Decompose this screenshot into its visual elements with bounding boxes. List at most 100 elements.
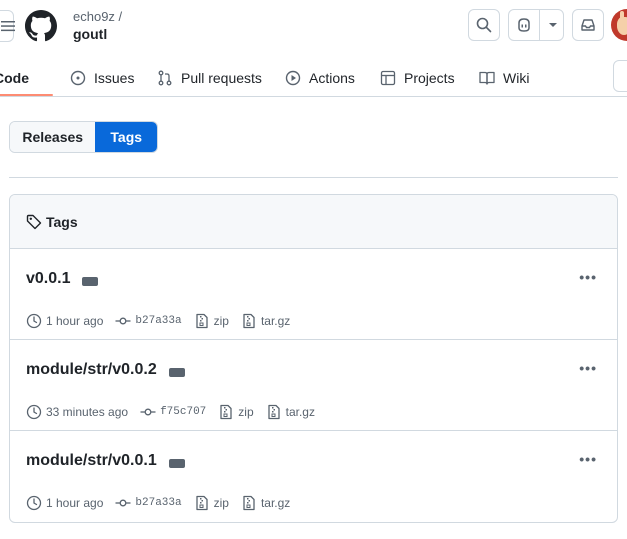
- tab-issues[interactable]: Issues: [70, 63, 134, 93]
- tag-time: 33 minutes ago: [26, 404, 128, 420]
- tab-pull-requests-label: Pull requests: [181, 70, 262, 86]
- tag-time-text[interactable]: 1 hour ago: [46, 496, 103, 510]
- file-zip-icon: [243, 313, 255, 329]
- menu-button[interactable]: [0, 10, 15, 42]
- tab-projects[interactable]: Projects: [380, 63, 455, 93]
- tab-pull-requests[interactable]: Pull requests: [157, 63, 262, 93]
- tag-time: 1 hour ago: [26, 495, 103, 511]
- tab-code-label: Code: [0, 70, 29, 86]
- repo-header: echo9z / goutl: [0, 0, 627, 54]
- tag-actions-kebab-icon[interactable]: •••: [579, 269, 597, 285]
- tag-commit: b27a33a: [115, 495, 182, 511]
- zip-download[interactable]: zip: [194, 313, 229, 329]
- zip-label: zip: [238, 405, 254, 419]
- tag-meta: 1 hour ago b27a33a zip tar.gz: [26, 495, 302, 511]
- search-icon: [476, 17, 492, 33]
- clock-icon: [26, 495, 42, 511]
- tag-meta: 33 minutes ago f75c707 zip tar.gz: [26, 404, 327, 420]
- file-zip-icon: [243, 495, 255, 511]
- active-tab-indicator: [0, 94, 53, 96]
- ellipsis-expander-icon[interactable]: [168, 454, 185, 468]
- zip-label: zip: [213, 496, 229, 510]
- copilot-button[interactable]: [508, 9, 564, 41]
- table-icon: [380, 70, 396, 86]
- commit-icon: [115, 317, 131, 325]
- play-icon: [285, 70, 301, 86]
- file-zip-icon: [195, 313, 208, 329]
- commit-sha-link[interactable]: f75c707: [160, 406, 206, 418]
- pull-request-icon: [158, 70, 172, 86]
- issue-icon: [70, 70, 86, 86]
- hamburger-icon: [1, 21, 15, 32]
- tags-box: Tags v0.0.1 ••• 1 hour ago: [9, 194, 618, 523]
- user-avatar[interactable]: [611, 9, 627, 41]
- tab-issues-label: Issues: [94, 70, 135, 86]
- tag-name-link[interactable]: module/str/v0.0.1: [26, 452, 157, 470]
- copilot-icon: [518, 18, 530, 32]
- targz-label: tar.gz: [260, 314, 291, 328]
- kebab-icon: ⋮: [623, 70, 627, 84]
- chevron-down-icon[interactable]: [548, 22, 558, 28]
- tag-name: module/str/v0.0.2: [26, 361, 185, 379]
- avatar-face: [617, 17, 627, 35]
- tag-name-link[interactable]: module/str/v0.0.2: [26, 361, 157, 379]
- targz-download[interactable]: tar.gz: [241, 495, 290, 511]
- targz-label: tar.gz: [260, 496, 291, 510]
- commit-icon: [115, 499, 131, 507]
- clock-icon: [26, 404, 42, 420]
- file-zip-icon: [220, 404, 232, 420]
- tag-commit: f75c707: [140, 404, 206, 420]
- tag-actions-kebab-icon[interactable]: •••: [579, 451, 597, 467]
- zip-label: zip: [213, 314, 229, 328]
- divider: [9, 177, 618, 178]
- clock-icon: [26, 313, 42, 329]
- tag-icon: [26, 214, 42, 230]
- file-zip-icon: [195, 495, 208, 511]
- tag-commit: b27a33a: [115, 313, 182, 329]
- commit-icon: [140, 408, 156, 416]
- tag-time-text[interactable]: 1 hour ago: [46, 314, 103, 328]
- tag-name: module/str/v0.0.1: [26, 452, 185, 470]
- tag-row: module/str/v0.0.2 ••• 33 minutes ago f75…: [10, 340, 617, 431]
- tag-actions-kebab-icon[interactable]: •••: [579, 360, 597, 376]
- inbox-button[interactable]: [572, 9, 604, 41]
- github-logo-icon[interactable]: [25, 10, 57, 42]
- book-icon: [479, 71, 495, 85]
- tab-code[interactable]: Code: [0, 63, 29, 93]
- tab-projects-label: Projects: [404, 70, 455, 86]
- ellipsis-expander-icon[interactable]: [82, 272, 99, 286]
- search-button[interactable]: [468, 9, 500, 41]
- ellipsis-expander-icon[interactable]: [168, 363, 185, 377]
- tag-name: v0.0.1: [26, 270, 99, 288]
- commit-sha-link[interactable]: b27a33a: [135, 497, 181, 509]
- more-tabs-button[interactable]: ⋮: [613, 60, 627, 92]
- commit-sha-link[interactable]: b27a33a: [135, 315, 181, 327]
- repo-nav: Code Issues Pull requests Actions: [0, 54, 627, 97]
- tags-box-header: Tags: [10, 195, 617, 249]
- tag-time: 1 hour ago: [26, 313, 103, 329]
- releases-tags-toggle: Releases Tags: [9, 121, 158, 153]
- zip-download[interactable]: zip: [194, 495, 229, 511]
- tab-wiki-label: Wiki: [503, 70, 530, 86]
- targz-download[interactable]: tar.gz: [266, 404, 315, 420]
- button-divider: [539, 10, 540, 40]
- tag-name-link[interactable]: v0.0.1: [26, 270, 70, 288]
- tag-row: v0.0.1 ••• 1 hour ago b27a33a: [10, 249, 617, 340]
- tab-actions[interactable]: Actions: [285, 63, 355, 93]
- targz-label: tar.gz: [285, 405, 315, 419]
- inbox-icon: [581, 19, 595, 31]
- tab-actions-label: Actions: [309, 70, 355, 86]
- repo-name-link[interactable]: goutl: [73, 26, 107, 42]
- targz-download[interactable]: tar.gz: [241, 313, 290, 329]
- tags-box-title-label: Tags: [46, 214, 78, 230]
- tags-box-title: Tags: [26, 214, 78, 230]
- tags-toggle-button[interactable]: Tags: [95, 122, 157, 152]
- tag-meta: 1 hour ago b27a33a zip tar.gz: [26, 313, 302, 329]
- releases-toggle-button[interactable]: Releases: [10, 122, 96, 152]
- file-zip-icon: [267, 404, 280, 420]
- tag-row: module/str/v0.0.1 ••• 1 hour ago b27a33a: [10, 431, 617, 522]
- repo-owner-link[interactable]: echo9z /: [73, 9, 122, 24]
- zip-download[interactable]: zip: [218, 404, 254, 420]
- tab-wiki[interactable]: Wiki: [479, 63, 529, 93]
- tag-time-text[interactable]: 33 minutes ago: [46, 405, 128, 419]
